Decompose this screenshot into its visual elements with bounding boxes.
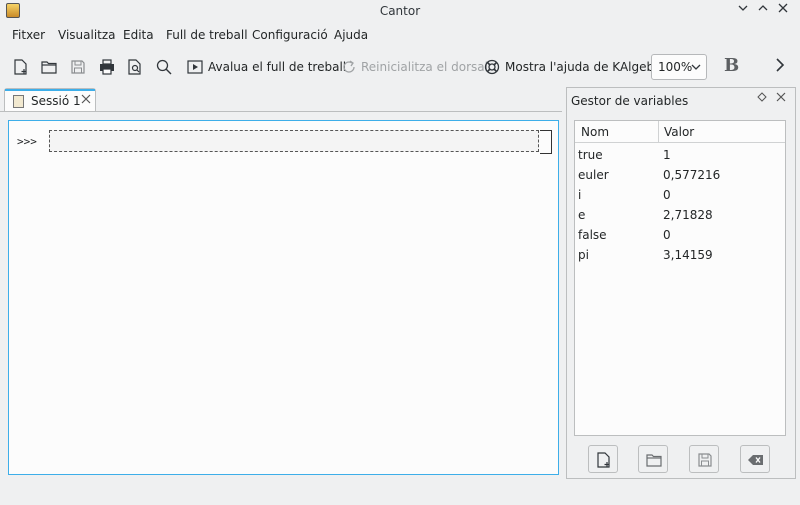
folder-open-icon xyxy=(646,454,662,467)
variable-value: 0,577216 xyxy=(663,168,721,182)
restart-backend-icon-button[interactable] xyxy=(340,58,358,76)
variable-name: e xyxy=(578,208,586,222)
menu-edita[interactable]: Edita xyxy=(123,28,154,42)
lifebuoy-icon xyxy=(484,59,500,75)
save-variables-button[interactable] xyxy=(689,445,719,473)
find-button[interactable] xyxy=(155,58,173,76)
entry-bracket xyxy=(540,130,552,154)
open-button[interactable] xyxy=(40,58,58,76)
print-icon xyxy=(100,59,114,75)
toolbar-overflow-button[interactable] xyxy=(774,57,786,77)
evaluate-worksheet-icon-button[interactable] xyxy=(186,58,204,76)
variable-name: i xyxy=(578,188,582,202)
table-row[interactable]: euler 0,577216 xyxy=(575,165,785,185)
document-icon xyxy=(13,95,24,108)
table-row[interactable]: false 0 xyxy=(575,225,785,245)
minimize-button[interactable] xyxy=(734,2,752,20)
chevron-right-icon xyxy=(776,58,785,72)
show-kalgebra-help-button[interactable]: Mostra l'ajuda de KAlgebra xyxy=(505,60,666,74)
print-button[interactable] xyxy=(98,58,116,76)
new-button[interactable] xyxy=(12,58,30,76)
column-divider xyxy=(658,121,659,143)
save-button[interactable] xyxy=(69,58,87,76)
variable-name: pi xyxy=(578,248,589,262)
menu-ajuda[interactable]: Ajuda xyxy=(334,28,368,42)
variable-manager-panel: Gestor de variables Nom Valor true 1 eul… xyxy=(566,87,796,479)
table-header: Nom Valor xyxy=(575,121,785,143)
clear-icon xyxy=(748,455,763,465)
new-variables-button[interactable] xyxy=(588,445,618,473)
menu-visualitza[interactable]: Visualitza xyxy=(58,28,116,42)
chevron-down-icon xyxy=(690,58,702,79)
column-header-name[interactable]: Nom xyxy=(581,125,609,139)
bold-button[interactable]: B xyxy=(724,55,739,76)
close-icon xyxy=(81,94,91,104)
close-window-button[interactable] xyxy=(774,2,792,20)
evaluate-worksheet-button[interactable]: Avalua el full de treball xyxy=(208,60,346,74)
panel-title: Gestor de variables xyxy=(571,94,689,108)
menu-configuracio[interactable]: Configuració xyxy=(252,28,328,42)
tab-active-indicator xyxy=(5,89,95,91)
maximize-button[interactable] xyxy=(754,2,772,20)
save-icon xyxy=(698,453,712,467)
new-document-icon xyxy=(597,452,610,468)
variable-value: 3,14159 xyxy=(663,248,713,262)
variable-value: 0 xyxy=(663,188,671,202)
print-preview-icon xyxy=(128,59,141,75)
search-icon xyxy=(156,59,172,75)
tab-session-1[interactable]: Sessió 1 xyxy=(4,88,96,112)
column-header-value[interactable]: Valor xyxy=(664,125,694,139)
title-bar: Cantor xyxy=(0,0,800,22)
menu-full-de-treball[interactable]: Full de treball xyxy=(166,28,248,42)
window-title: Cantor xyxy=(379,4,421,18)
tab-label: Sessió 1 xyxy=(31,94,81,108)
menu-bar: Fitxer Visualitza Edita Full de treball … xyxy=(0,24,800,46)
table-row[interactable]: i 0 xyxy=(575,185,785,205)
variable-name: false xyxy=(578,228,607,242)
float-panel-button[interactable] xyxy=(757,92,767,105)
clear-variables-button[interactable] xyxy=(740,445,770,473)
close-panel-button[interactable] xyxy=(776,92,786,105)
save-icon xyxy=(71,60,85,74)
command-prompt: >>> xyxy=(17,135,37,148)
table-row[interactable]: pi 3,14159 xyxy=(575,245,785,265)
variable-value: 1 xyxy=(663,148,671,162)
play-icon xyxy=(187,60,203,74)
table-row[interactable]: true 1 xyxy=(575,145,785,165)
restart-backend-button[interactable]: Reinicialitza el dorsal xyxy=(361,60,488,74)
print-preview-button[interactable] xyxy=(126,58,144,76)
command-entry[interactable] xyxy=(49,130,539,152)
zoom-value: 100% xyxy=(658,60,693,74)
tab-divider xyxy=(0,111,562,112)
worksheet-area[interactable]: >>> xyxy=(8,120,559,475)
chevron-up-icon xyxy=(758,5,768,11)
table-row[interactable]: e 2,71828 xyxy=(575,205,785,225)
help-icon-button[interactable] xyxy=(483,58,501,76)
new-document-icon xyxy=(14,59,27,75)
variable-value: 2,71828 xyxy=(663,208,713,222)
folder-open-icon xyxy=(41,61,57,74)
zoom-select[interactable]: 100% xyxy=(651,54,707,80)
variable-value: 0 xyxy=(663,228,671,242)
load-variables-button[interactable] xyxy=(638,445,668,473)
chevron-down-icon xyxy=(738,5,748,11)
variables-table[interactable]: Nom Valor true 1 euler 0,577216 i 0 e 2,… xyxy=(574,120,786,436)
float-icon xyxy=(757,92,767,102)
close-icon xyxy=(776,92,786,102)
variable-name: true xyxy=(578,148,603,162)
variable-name: euler xyxy=(578,168,609,182)
tab-close-button[interactable] xyxy=(81,93,91,107)
menu-fitxer[interactable]: Fitxer xyxy=(12,28,45,42)
refresh-icon xyxy=(343,60,355,73)
close-icon xyxy=(778,3,788,13)
